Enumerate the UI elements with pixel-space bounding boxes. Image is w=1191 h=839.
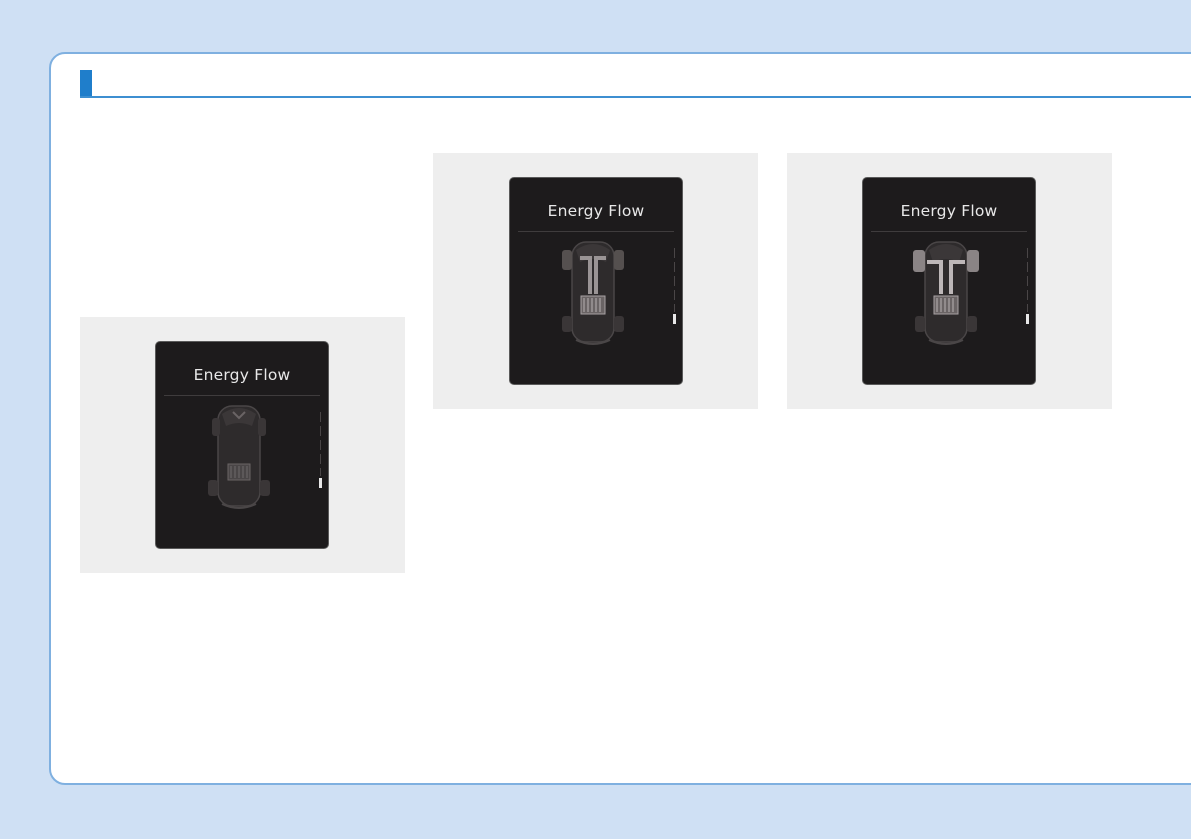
divider <box>518 231 674 232</box>
energy-level-indicator <box>673 248 676 324</box>
car-top-view-icon <box>562 241 624 345</box>
car-top-view-icon <box>208 405 270 509</box>
figure-energy-flow-1: Energy Flow <box>80 317 405 573</box>
screen-title: Energy Flow <box>193 366 291 384</box>
cluster-screen: Energy Flow <box>509 177 683 385</box>
energy-level-indicator <box>319 412 322 488</box>
section-header-tab <box>80 70 92 97</box>
car-top-view-icon <box>913 241 979 345</box>
figure-energy-flow-2: Energy Flow <box>433 153 758 409</box>
cluster-screen: Energy Flow <box>862 177 1036 385</box>
divider <box>871 231 1027 232</box>
screen-title: Energy Flow <box>900 202 998 220</box>
screen-title: Energy Flow <box>547 202 645 220</box>
section-header-rule <box>80 96 1191 98</box>
cluster-screen: Energy Flow <box>155 341 329 549</box>
energy-level-indicator <box>1026 248 1029 324</box>
divider <box>164 395 320 396</box>
figure-energy-flow-3: Energy Flow <box>787 153 1112 409</box>
